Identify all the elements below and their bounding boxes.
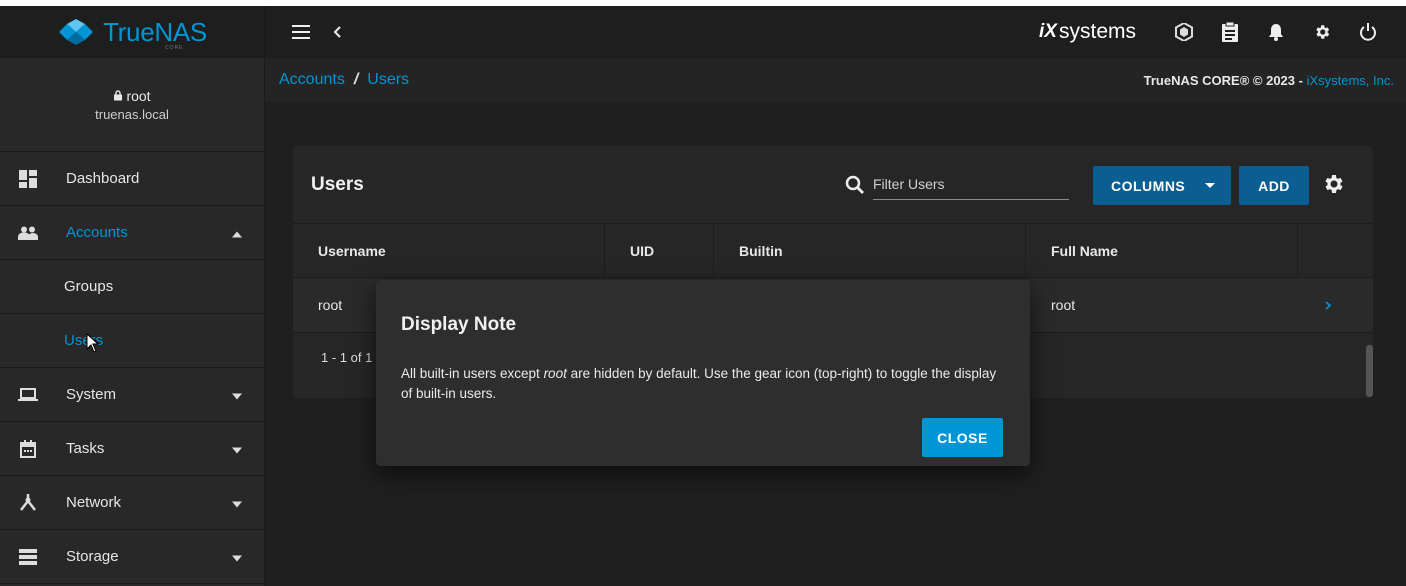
dialog-message: All built-in users except root are hidde…	[401, 364, 1011, 404]
sidebar-item-network[interactable]: Network	[0, 476, 264, 530]
bell-icon	[1269, 24, 1283, 41]
sidebar-item-label: Dashboard	[66, 170, 140, 187]
sidebar-item-system[interactable]: System	[0, 368, 264, 422]
sidebar-item-accounts[interactable]: Accounts	[0, 206, 264, 260]
breadcrumb: Accounts / Users TrueNAS CORE® © 2023 - …	[265, 58, 1406, 102]
chevron-down-icon	[232, 386, 242, 403]
sidebar-item-label: Storage	[66, 548, 119, 565]
top-bar: iX systems	[265, 6, 1406, 58]
user-host: truenas.local	[95, 106, 169, 122]
clipboard-icon	[1222, 22, 1238, 42]
sidebar-item-users[interactable]: Users	[0, 314, 264, 368]
column-header-actions	[1298, 224, 1373, 277]
truecommand-icon	[1175, 23, 1193, 41]
chevron-down-icon	[232, 548, 242, 565]
ix-text: systems	[1058, 20, 1136, 43]
sidebar: TrueNAS CORE root truenas.local Dashboar…	[0, 6, 265, 586]
expand-row-button[interactable]	[1298, 278, 1373, 332]
sidebar-item-label: Tasks	[66, 440, 105, 457]
chevron-up-icon	[232, 224, 242, 241]
scrollbar[interactable]	[1366, 345, 1373, 397]
column-header-uid[interactable]: UID	[605, 224, 714, 277]
gear-icon	[1325, 175, 1343, 193]
cell-full-name: root	[1051, 297, 1076, 313]
column-header-username[interactable]: Username	[293, 224, 605, 277]
close-button-label: CLOSE	[937, 429, 988, 446]
logo-sub: CORE	[165, 44, 184, 51]
ix-mark: iX	[1039, 21, 1057, 42]
sidebar-item-label: Network	[66, 494, 122, 511]
storage-icon	[18, 547, 38, 567]
user-panel: root truenas.local	[0, 58, 264, 152]
logo[interactable]: TrueNAS CORE	[0, 6, 264, 58]
top-bar-actions: iX systems	[1039, 14, 1406, 50]
power-button[interactable]	[1350, 14, 1386, 50]
sidebar-item-tasks[interactable]: Tasks	[0, 422, 264, 476]
dialog-title: Display Note	[401, 314, 517, 335]
chevron-right-icon	[1325, 300, 1331, 310]
laptop-icon	[18, 385, 38, 405]
display-note-dialog: Display Note All built-in users except r…	[376, 280, 1030, 466]
card-title: Users	[311, 173, 364, 195]
copyright-text: TrueNAS CORE® © 2023 -	[1143, 72, 1307, 88]
search-icon	[845, 175, 864, 194]
mouse-cursor-icon	[86, 333, 100, 353]
user-name: root	[126, 87, 151, 104]
dashboard-icon	[18, 169, 38, 189]
people-icon	[18, 223, 38, 243]
table-header: Username UID Builtin Full Name	[293, 224, 1373, 278]
power-icon	[1360, 23, 1376, 41]
breadcrumb-separator: /	[353, 71, 359, 88]
sidebar-item-label: Accounts	[66, 224, 128, 241]
dropdown-arrow-icon	[1205, 183, 1215, 188]
filter-users-input[interactable]	[873, 170, 1069, 200]
chevron-left-icon	[333, 26, 341, 38]
menu-toggle-button[interactable]	[283, 14, 319, 50]
gear-icon	[1316, 25, 1330, 39]
notifications-button[interactable]	[1258, 14, 1294, 50]
column-header-full-name[interactable]: Full Name	[1026, 224, 1298, 277]
chevron-down-icon	[232, 440, 242, 457]
truenas-logo-icon	[59, 19, 94, 45]
ixsystems-logo[interactable]: iX systems	[1039, 20, 1136, 44]
truecommand-button[interactable]	[1166, 14, 1202, 50]
copyright: TrueNAS CORE® © 2023 - iXsystems, Inc.	[1144, 73, 1406, 88]
breadcrumb-users-link[interactable]: Users	[367, 71, 409, 89]
user-name-row: root	[113, 87, 151, 104]
dialog-message-emphasis: root	[543, 366, 567, 381]
add-button-label: ADD	[1258, 177, 1290, 194]
calendar-icon	[18, 439, 38, 459]
task-manager-button[interactable]	[1212, 14, 1248, 50]
table-settings-button[interactable]	[1321, 172, 1345, 201]
chevron-down-icon	[232, 494, 242, 511]
lock-icon	[114, 90, 123, 101]
sidebar-item-label: Groups	[64, 278, 114, 295]
columns-button[interactable]: COLUMNS	[1093, 166, 1231, 205]
sidebar-item-dashboard[interactable]: Dashboard	[0, 152, 264, 206]
filter-users	[845, 170, 1069, 200]
hamburger-icon	[292, 25, 310, 39]
settings-button[interactable]	[1304, 14, 1340, 50]
ixsystems-link[interactable]: iXsystems, Inc.	[1307, 73, 1394, 88]
sidebar-item-label: System	[66, 386, 117, 403]
close-button[interactable]: CLOSE	[922, 418, 1003, 457]
sidebar-item-groups[interactable]: Groups	[0, 260, 264, 314]
sidebar-item-storage[interactable]: Storage	[0, 530, 264, 584]
columns-button-label: COLUMNS	[1111, 177, 1186, 194]
add-user-button[interactable]: ADD	[1239, 166, 1309, 205]
network-icon	[18, 493, 38, 513]
column-header-builtin[interactable]: Builtin	[714, 224, 1026, 277]
dialog-message-start: All built-in users except	[401, 366, 544, 381]
collapse-sidebar-button[interactable]	[319, 14, 355, 50]
breadcrumb-accounts-link[interactable]: Accounts	[279, 71, 345, 89]
logo-text: TrueNAS CORE	[103, 16, 207, 51]
